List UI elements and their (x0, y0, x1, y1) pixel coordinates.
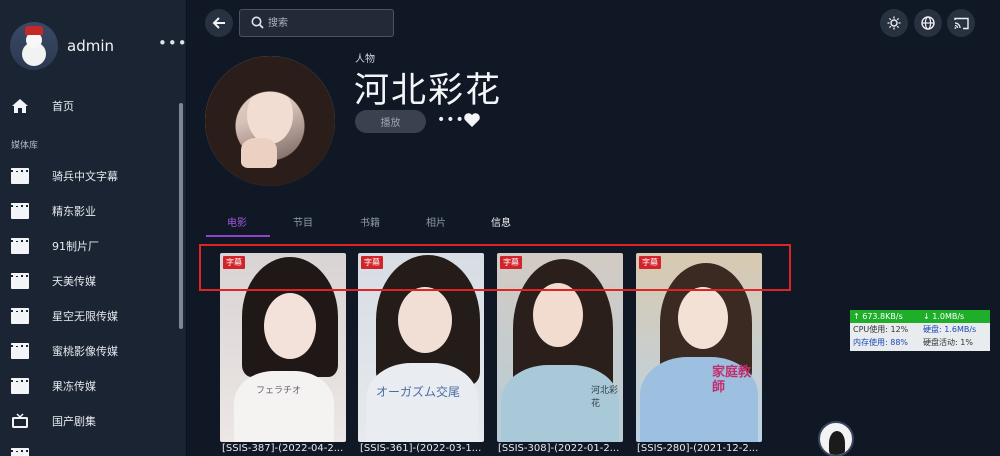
sidebar-item-guodong[interactable]: 果冻传媒 (0, 369, 175, 403)
film-icon (11, 273, 29, 289)
more-icon[interactable]: ••• (158, 34, 186, 52)
sidebar-item-label: 天美传媒 (52, 275, 96, 288)
search-icon (251, 16, 264, 29)
sidebar-item-home[interactable]: 首页 (0, 89, 175, 123)
tab-photos[interactable]: 相片 (426, 214, 446, 229)
favorite-heart-icon[interactable] (463, 112, 481, 128)
tab-shows[interactable]: 节目 (293, 214, 313, 229)
search-box[interactable] (239, 9, 394, 37)
language-button[interactable] (914, 9, 942, 37)
globe-icon (921, 16, 935, 30)
tab-info[interactable]: 信息 (491, 214, 511, 229)
person-name: 河北彩花 (354, 71, 503, 111)
sidebar: admin ••• 首页 媒体库 骑兵中文字幕 精东影业 91制片厂 天美传媒 … (0, 0, 187, 456)
person-photo (205, 56, 335, 186)
film-icon (11, 168, 29, 184)
tv-icon (12, 413, 28, 428)
search-input[interactable] (268, 15, 383, 31)
sidebar-item-label: 果冻传媒 (52, 380, 96, 393)
film-icon (11, 343, 29, 359)
download-speed: ↓ 1.0MB/s (923, 312, 965, 321)
sidebar-item-label: 骑兵中文字幕 (52, 170, 118, 183)
sidebar-item-label: 国产剧集 (52, 415, 96, 428)
floating-avatar[interactable] (818, 421, 854, 456)
cover-text: オーガズム交尾 (376, 385, 461, 399)
sidebar-item-label: 首页 (52, 100, 74, 113)
network-speed: ↑ 673.8KB/s ↓ 1.0MB/s (850, 310, 990, 323)
sun-icon (887, 16, 901, 30)
section-label: 媒体库 (11, 141, 39, 151)
user-menu[interactable]: admin ••• (10, 20, 186, 72)
media-title[interactable]: [SSIS-280]-(2021-12-2... (637, 443, 758, 454)
more-options-icon[interactable]: ••• (437, 112, 465, 128)
highlight-box (199, 244, 791, 291)
back-button[interactable] (205, 9, 233, 37)
sidebar-item-label: 91制片厂 (52, 240, 99, 253)
disk-speed: 硬盘: 1.6MB/s (923, 325, 977, 334)
username: admin (67, 37, 114, 55)
film-icon (11, 238, 29, 254)
home-icon (12, 99, 28, 113)
film-icon (11, 378, 29, 394)
sidebar-item-label: 星空无限传媒 (52, 310, 118, 323)
memory-usage: 内存使用: 88% (853, 338, 909, 347)
sidebar-item-mitao[interactable]: 蜜桃影像传媒 (0, 334, 175, 368)
cpu-usage: CPU使用: 12% (853, 325, 909, 334)
upload-speed: ↑ 673.8KB/s (853, 312, 903, 321)
sidebar-item-xingkong[interactable]: 星空无限传媒 (0, 299, 175, 333)
sidebar-scrollbar[interactable] (179, 103, 183, 329)
sidebar-item-partial[interactable] (0, 439, 175, 456)
film-icon (11, 448, 29, 456)
theme-button[interactable] (880, 9, 908, 37)
system-monitor: ↑ 673.8KB/s ↓ 1.0MB/s CPU使用: 12% 硬盘: 1.6… (850, 310, 990, 351)
play-button[interactable]: 播放 (355, 110, 426, 133)
sidebar-item-jingdong[interactable]: 精东影业 (0, 194, 175, 228)
arrow-left-icon (212, 17, 225, 29)
media-title[interactable]: [SSIS-387]-(2022-04-2... (222, 443, 343, 454)
tab-books[interactable]: 书籍 (360, 214, 380, 229)
media-title[interactable]: [SSIS-361]-(2022-03-1... (360, 443, 481, 454)
sidebar-item-qibing[interactable]: 骑兵中文字幕 (0, 159, 175, 193)
cover-text: 家庭教師 (712, 365, 752, 395)
film-icon (11, 308, 29, 324)
avatar[interactable] (10, 22, 58, 70)
cast-icon (953, 17, 969, 29)
sidebar-item-91[interactable]: 91制片厂 (0, 229, 175, 263)
disk-activity: 硬盘活动: 1% (923, 338, 973, 347)
sidebar-item-label: 蜜桃影像传媒 (52, 345, 118, 358)
active-tab-indicator (206, 235, 270, 237)
cover-text: 河北彩花 (591, 386, 619, 409)
sidebar-item-tianmei[interactable]: 天美传媒 (0, 264, 175, 298)
tab-movies[interactable]: 电影 (227, 214, 247, 229)
sidebar-item-guochan[interactable]: 国产剧集 (0, 404, 175, 438)
film-icon (11, 203, 29, 219)
cover-text: フェラチオ (256, 386, 302, 396)
cast-button[interactable] (947, 9, 975, 37)
media-title[interactable]: [SSIS-308]-(2022-01-2... (498, 443, 619, 454)
sidebar-item-label: 精东影业 (52, 205, 96, 218)
